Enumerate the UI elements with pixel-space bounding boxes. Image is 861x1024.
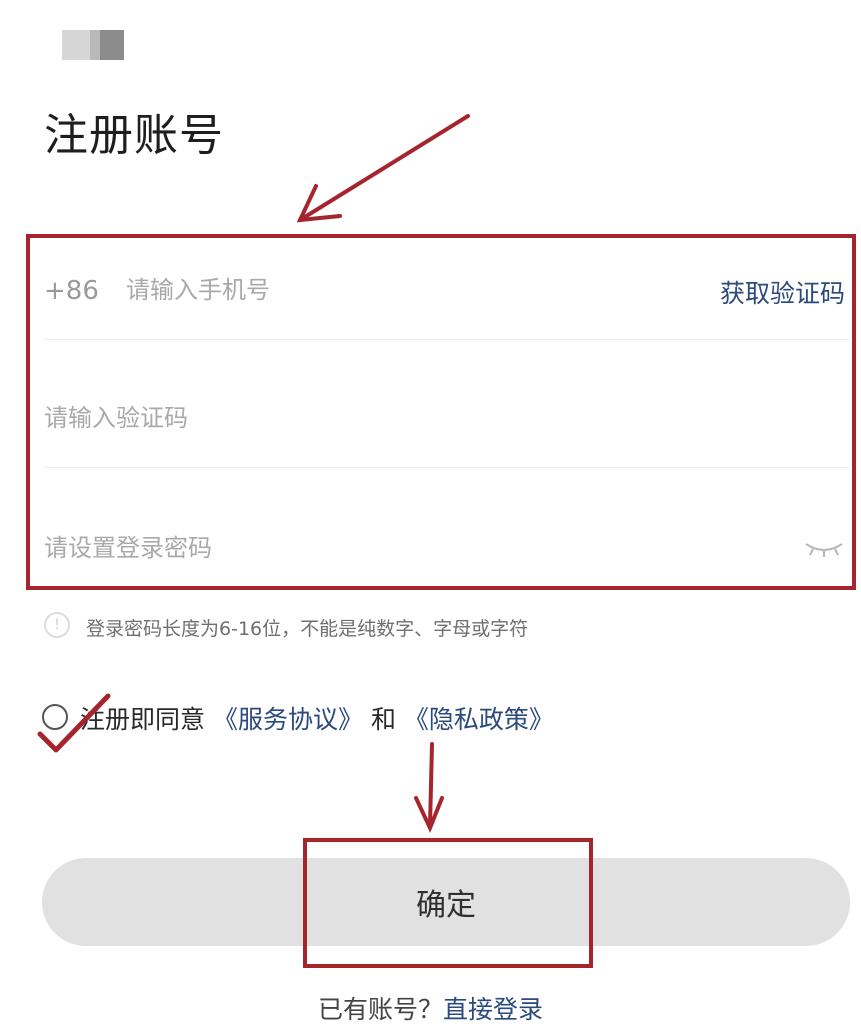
eye-closed-icon[interactable]	[803, 538, 845, 560]
divider	[44, 339, 849, 340]
country-code[interactable]: +86	[44, 276, 99, 306]
agreement-text: 注册即同意 《服务协议》 和 《隐私政策》	[80, 700, 554, 736]
confirm-button[interactable]: 确定	[42, 858, 850, 946]
password-input[interactable]	[44, 530, 744, 566]
radio-unchecked-icon[interactable]	[42, 704, 68, 730]
phone-row: +86 获取验证码	[44, 226, 849, 354]
divider	[44, 467, 849, 468]
register-page: 注册账号 +86 获取验证码 ! 登录密码长度为6-16位，不能是纯数字、字母或…	[0, 0, 861, 1024]
annotation-arrow-form	[296, 114, 470, 223]
service-agreement-link[interactable]: 《服务协议》	[213, 705, 363, 734]
password-row	[44, 486, 849, 614]
get-code-button[interactable]: 获取验证码	[720, 274, 845, 310]
info-icon: !	[44, 612, 70, 638]
code-row	[44, 356, 849, 484]
password-hint-text: 登录密码长度为6-16位，不能是纯数字、字母或字符	[86, 618, 529, 640]
have-account-text: 已有账号？	[317, 995, 443, 1024]
page-title: 注册账号	[44, 110, 224, 161]
agreement-prefix: 注册即同意	[80, 705, 206, 734]
agreement-conjunction: 和	[370, 705, 396, 734]
verification-code-input[interactable]	[44, 400, 744, 436]
app-logo	[62, 30, 124, 60]
direct-login-link[interactable]: 直接登录	[443, 995, 543, 1024]
privacy-policy-link[interactable]: 《隐私政策》	[404, 705, 554, 734]
annotation-arrow-confirm	[414, 742, 444, 834]
phone-input[interactable]	[126, 272, 646, 308]
login-prompt: 已有账号？直接登录	[0, 990, 861, 1024]
